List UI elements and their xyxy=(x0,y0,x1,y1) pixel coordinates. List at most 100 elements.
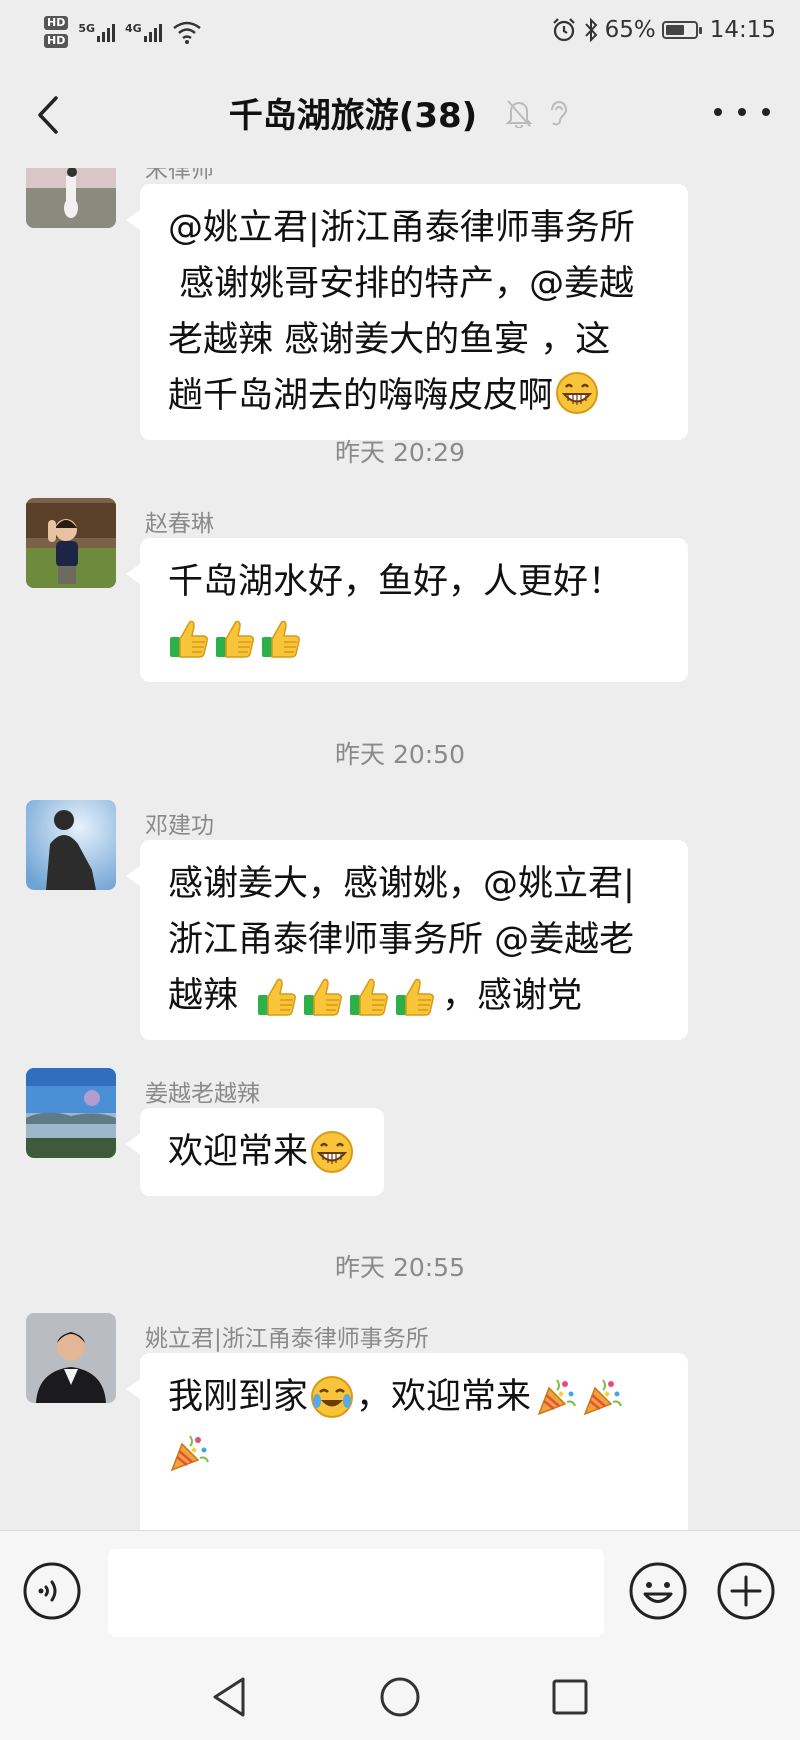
message-bubble[interactable]: 千岛湖水好，鱼好，人更好！ xyxy=(126,538,688,682)
message-bubble[interactable]: 我刚到家 ，欢迎常来 xyxy=(126,1353,688,1530)
system-recent-button[interactable] xyxy=(543,1670,597,1724)
signal-5g: 5G xyxy=(78,22,116,42)
plus-icon xyxy=(717,1562,775,1620)
battery-percent: 65% xyxy=(604,17,656,43)
thumbs-up-emoji-icon xyxy=(170,620,208,658)
signal-4g: 4G xyxy=(125,22,162,42)
avatar-photo xyxy=(26,498,116,588)
sender-name: 赵春琳 xyxy=(145,511,214,537)
message-line-with-emoji: 趟千岛湖去的嗨嗨皮皮啊 xyxy=(168,368,660,424)
wifi-icon xyxy=(172,21,201,44)
network1-label: 5G xyxy=(78,22,96,35)
message-input[interactable] xyxy=(108,1549,604,1637)
timestamp: 昨天 20:55 xyxy=(335,1253,465,1282)
party-popper-emoji-icon xyxy=(583,1379,622,1416)
triangle-back-icon xyxy=(213,1677,245,1717)
alarm-icon xyxy=(552,18,575,42)
sender-name: 宋律师 xyxy=(145,168,214,183)
title-status-icons xyxy=(505,98,571,128)
more-button[interactable] xyxy=(714,92,770,132)
battery-icon xyxy=(661,21,702,39)
emoji-button[interactable] xyxy=(628,1561,688,1621)
voice-button[interactable] xyxy=(22,1561,82,1621)
message-line: 感谢姚哥安排的特产，@姜越 xyxy=(168,264,635,304)
input-bar xyxy=(0,1530,800,1655)
avatar-photo xyxy=(26,800,116,890)
message-line: 欢迎常来 xyxy=(168,1132,309,1172)
sender-name: 邓建功 xyxy=(145,813,214,839)
avatar[interactable] xyxy=(26,498,116,588)
avatar[interactable] xyxy=(26,800,116,890)
status-bar: HD HD 5G 4G 65% 14:15 xyxy=(0,0,800,60)
clock-time: 14:15 xyxy=(709,17,776,43)
thumbs-up-emoji-icon xyxy=(304,978,342,1016)
party-row xyxy=(535,1376,623,1418)
emoji-icon xyxy=(629,1562,687,1620)
message-bubble[interactable]: @姚立君|浙江甬泰律师事务所 感谢姚哥安排的特产，@姜越 老越辣 感谢姜大的鱼宴… xyxy=(126,184,688,440)
grin-emoji-icon xyxy=(311,1131,354,1173)
thumbs-up-emoji-icon xyxy=(396,978,434,1016)
title-area: 千岛湖旅游(38) xyxy=(0,88,800,137)
bluetooth-icon xyxy=(584,17,597,43)
avatar-photo xyxy=(26,168,116,228)
signal-bars-icon xyxy=(97,22,116,42)
avatar[interactable] xyxy=(26,1068,116,1158)
message-line: ，感谢党 xyxy=(442,976,583,1016)
message-line: 老越辣 感谢姜大的鱼宴 ，这 xyxy=(168,320,611,360)
network2-label: 4G xyxy=(125,22,142,35)
message-line: 浙江甬泰律师事务所 @姜越老 xyxy=(168,920,635,960)
sender-name: 姜越老越辣 xyxy=(145,1081,260,1107)
bell-off-icon xyxy=(505,99,533,128)
message-bubble[interactable]: 感谢姜大，感谢姚，@姚立君| 浙江甬泰律师事务所 @姜越老 越辣 ，感谢党 xyxy=(126,840,688,1040)
party-row xyxy=(168,1425,660,1481)
sender-name: 姚立君|浙江甬泰律师事务所 xyxy=(145,1326,429,1352)
chat-header: 千岛湖旅游(38) xyxy=(0,60,800,168)
message-line-with-emoji: 欢迎常来 xyxy=(168,1124,356,1180)
message-line: 趟千岛湖去的嗨嗨皮皮啊 xyxy=(168,376,554,416)
square-recent-icon xyxy=(552,1679,588,1715)
thumbs-row xyxy=(168,610,660,666)
more-functions-button[interactable] xyxy=(716,1561,776,1621)
chat-title: 千岛湖旅游(38) xyxy=(228,96,478,136)
avatar-photo xyxy=(26,1068,116,1158)
message-line: ，欢迎常来 xyxy=(356,1377,532,1417)
grin-emoji-icon xyxy=(556,372,599,414)
circle-home-icon xyxy=(380,1677,420,1717)
ear-icon xyxy=(551,100,568,125)
hd-indicators: HD HD xyxy=(44,16,69,48)
crying-laughing-emoji-icon xyxy=(311,1376,354,1418)
message-line: 千岛湖水好，鱼好，人更好！ xyxy=(168,562,624,602)
avatar[interactable] xyxy=(26,1313,116,1403)
thumbs-up-emoji-icon xyxy=(258,978,296,1016)
status-right: 65% 14:15 xyxy=(551,12,776,48)
party-popper-emoji-icon xyxy=(537,1379,576,1416)
party-popper-emoji-icon xyxy=(170,1435,209,1472)
status-left: HD HD 5G 4G xyxy=(44,10,202,54)
message-list[interactable]: 宋律师 @姚立君|浙江甬泰律师事务所 感谢姚哥安排的特产，@姜越 老越辣 感谢姜… xyxy=(0,168,800,1530)
message-line-with-emoji: 我刚到家 ，欢迎常来 xyxy=(168,1369,660,1425)
avatar[interactable] xyxy=(26,168,116,228)
message-line: 感谢姜大，感谢姚，@姚立君| xyxy=(168,864,635,904)
message-bubble[interactable]: 欢迎常来 xyxy=(125,1108,385,1196)
thumbs-up-emoji-icon xyxy=(350,978,388,1016)
hd2-label: HD xyxy=(44,34,69,48)
avatar-photo xyxy=(26,1313,116,1403)
more-dots-icon xyxy=(762,108,770,116)
more-dots-icon xyxy=(714,108,722,116)
thumbs-row xyxy=(256,975,436,1017)
timestamp: 昨天 20:29 xyxy=(335,438,465,467)
message-line: @姚立君|浙江甬泰律师事务所 xyxy=(168,208,635,248)
thumbs-up-emoji-icon xyxy=(262,620,300,658)
message-line: 越辣 xyxy=(168,976,239,1016)
system-nav-bar xyxy=(0,1654,800,1740)
system-back-button[interactable] xyxy=(202,1670,256,1724)
voice-icon xyxy=(23,1562,81,1620)
hd1-label: HD xyxy=(44,16,69,30)
more-dots-icon xyxy=(738,108,746,116)
message-line: 我刚到家 xyxy=(168,1377,309,1417)
timestamp: 昨天 20:50 xyxy=(335,740,465,769)
signal-bars-icon xyxy=(143,22,162,42)
system-home-button[interactable] xyxy=(373,1670,427,1724)
thumbs-up-emoji-icon xyxy=(216,620,254,658)
message-line-with-emoji: 越辣 ，感谢党 xyxy=(168,968,660,1024)
